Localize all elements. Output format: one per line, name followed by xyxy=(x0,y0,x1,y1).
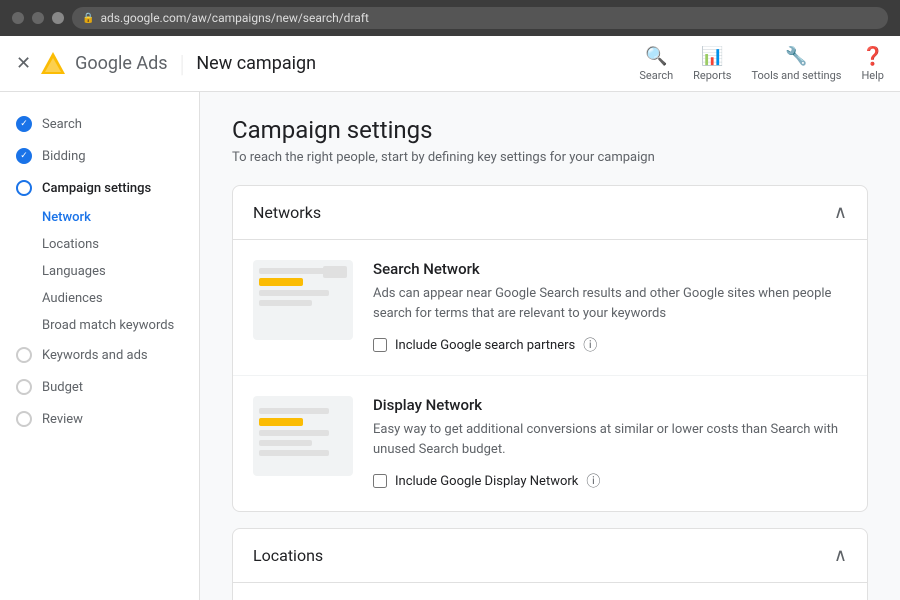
search-partners-checkbox-row: Include Google search partners ⓘ xyxy=(373,335,847,355)
locations-card-content: Select locations to target ⓘ All countri… xyxy=(233,583,867,600)
locations-card-header: Locations ∧ xyxy=(233,529,867,583)
display-preview-line-3 xyxy=(259,430,329,436)
display-network-checkbox[interactable] xyxy=(373,474,387,488)
display-network-desc: Easy way to get additional conversions a… xyxy=(373,420,847,459)
display-preview-line-5 xyxy=(259,450,329,456)
keywords-step-indicator xyxy=(16,347,32,363)
browser-chrome: 🔒 ads.google.com/aw/campaigns/new/search… xyxy=(0,0,900,36)
search-action[interactable]: 🔍 Search xyxy=(639,46,673,82)
preview-line-2 xyxy=(259,278,303,286)
sidebar-sub-audiences[interactable]: Audiences xyxy=(0,285,199,312)
help-icon: ❓ xyxy=(862,46,884,67)
tools-icon: 🔧 xyxy=(785,46,807,67)
sidebar-item-keywords[interactable]: Keywords and ads xyxy=(0,339,199,371)
url-text: ads.google.com/aw/campaigns/new/search/d… xyxy=(100,11,368,25)
display-network-label: Include Google Display Network xyxy=(395,474,578,489)
sidebar-sub-broad-match[interactable]: Broad match keywords xyxy=(0,312,199,339)
networks-card: Networks ∧ Search Network Ads can app xyxy=(232,185,868,512)
campaign-title: New campaign xyxy=(196,53,316,74)
help-action[interactable]: ❓ Help xyxy=(861,46,884,82)
sidebar-sub-network[interactable]: Network xyxy=(0,204,199,231)
networks-card-header: Networks ∧ xyxy=(233,186,867,240)
ads-header: ✕ Google Ads | New campaign 🔍 Search 📊 R… xyxy=(0,36,900,92)
preview-line-3 xyxy=(259,290,329,296)
sidebar-item-campaign-settings[interactable]: Campaign settings xyxy=(0,172,199,204)
refresh-button[interactable] xyxy=(52,12,64,24)
reports-action[interactable]: 📊 Reports xyxy=(693,46,731,82)
header-separator: | xyxy=(180,50,185,78)
sidebar-item-bidding[interactable]: Bidding xyxy=(0,140,199,172)
preview-line-1 xyxy=(259,268,329,274)
budget-step-indicator xyxy=(16,379,32,395)
sidebar-sub-audiences-label: Audiences xyxy=(42,291,103,306)
tools-action[interactable]: 🔧 Tools and settings xyxy=(751,46,841,82)
lock-icon: 🔒 xyxy=(82,13,94,24)
close-icon[interactable]: ✕ xyxy=(16,53,31,74)
display-network-info: Display Network Easy way to get addition… xyxy=(373,396,847,491)
search-network-desc: Ads can appear near Google Search result… xyxy=(373,284,847,323)
google-ads-logo xyxy=(39,50,67,78)
display-preview-line-2 xyxy=(259,418,303,426)
sidebar-sub-languages[interactable]: Languages xyxy=(0,258,199,285)
search-network-preview xyxy=(253,260,353,340)
sidebar-sub-locations[interactable]: Locations xyxy=(0,231,199,258)
search-icon: 🔍 xyxy=(645,46,667,67)
search-partners-checkbox[interactable] xyxy=(373,338,387,352)
sidebar-item-budget[interactable]: Budget xyxy=(0,371,199,403)
display-network-title: Display Network xyxy=(373,396,847,414)
locations-card: Locations ∧ Select locations to target ⓘ… xyxy=(232,528,868,600)
campaign-step-indicator xyxy=(16,180,32,196)
address-bar[interactable]: 🔒 ads.google.com/aw/campaigns/new/search… xyxy=(72,7,888,29)
search-network-info: Search Network Ads can appear near Googl… xyxy=(373,260,847,355)
sidebar-item-review[interactable]: Review xyxy=(0,403,199,435)
search-network-row: Search Network Ads can appear near Googl… xyxy=(233,240,867,376)
sidebar-sub-broad-match-label: Broad match keywords xyxy=(42,318,174,333)
tools-label: Tools and settings xyxy=(751,69,841,82)
sidebar-item-budget-label: Budget xyxy=(42,380,83,395)
display-preview-line-4 xyxy=(259,440,312,446)
page-title: Campaign settings xyxy=(232,116,868,144)
reports-icon: 📊 xyxy=(701,46,723,67)
preview-bar xyxy=(323,266,347,278)
search-network-title: Search Network xyxy=(373,260,847,278)
display-network-preview xyxy=(253,396,353,476)
header-logo: ✕ Google Ads | New campaign xyxy=(16,50,316,78)
display-network-checkbox-row: Include Google Display Network ⓘ xyxy=(373,471,847,491)
preview-line-4 xyxy=(259,300,312,306)
search-partners-help-icon[interactable]: ⓘ xyxy=(583,335,597,355)
sidebar-item-review-label: Review xyxy=(42,412,83,427)
search-step-indicator xyxy=(16,116,32,132)
display-network-help-icon[interactable]: ⓘ xyxy=(586,471,600,491)
sidebar-sub-locations-label: Locations xyxy=(42,237,99,252)
bidding-step-indicator xyxy=(16,148,32,164)
search-label: Search xyxy=(639,69,673,82)
sidebar-sub-network-label: Network xyxy=(42,210,91,225)
header-actions: 🔍 Search 📊 Reports 🔧 Tools and settings … xyxy=(639,46,884,82)
locations-card-title: Locations xyxy=(253,546,323,565)
sidebar: Search Bidding Campaign settings Network… xyxy=(0,92,200,600)
sidebar-item-search[interactable]: Search xyxy=(0,108,199,140)
help-label: Help xyxy=(861,69,884,82)
review-step-indicator xyxy=(16,411,32,427)
locations-collapse-icon[interactable]: ∧ xyxy=(834,545,847,566)
sidebar-item-keywords-label: Keywords and ads xyxy=(42,348,148,363)
reports-label: Reports xyxy=(693,69,731,82)
sidebar-sub-languages-label: Languages xyxy=(42,264,106,279)
display-preview-line-1 xyxy=(259,408,329,414)
networks-collapse-icon[interactable]: ∧ xyxy=(834,202,847,223)
forward-button[interactable] xyxy=(32,12,44,24)
main-content: Campaign settings To reach the right peo… xyxy=(200,92,900,600)
back-button[interactable] xyxy=(12,12,24,24)
networks-card-content: Search Network Ads can appear near Googl… xyxy=(233,240,867,511)
sidebar-item-search-label: Search xyxy=(42,117,82,132)
page-subtitle: To reach the right people, start by defi… xyxy=(232,150,868,165)
main-layout: Search Bidding Campaign settings Network… xyxy=(0,92,900,600)
display-network-row: Display Network Easy way to get addition… xyxy=(233,376,867,511)
sidebar-item-bidding-label: Bidding xyxy=(42,149,86,164)
search-partners-label: Include Google search partners xyxy=(395,338,575,353)
brand-name: Google Ads xyxy=(75,53,167,74)
networks-card-title: Networks xyxy=(253,203,321,222)
sidebar-item-campaign-label: Campaign settings xyxy=(42,181,151,196)
